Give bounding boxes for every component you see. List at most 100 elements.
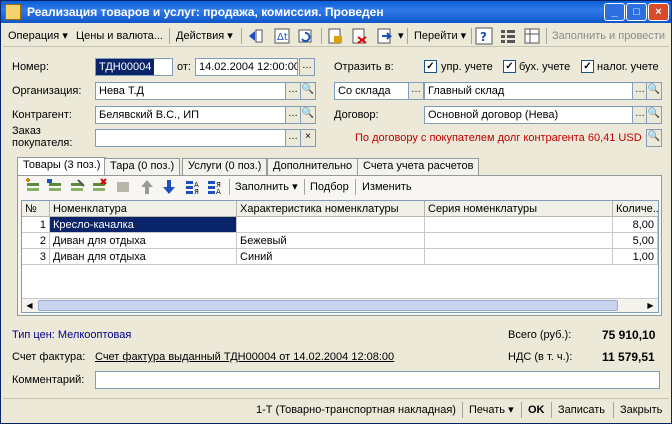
ok-button[interactable]: OK bbox=[525, 401, 548, 419]
add-row-icon[interactable] bbox=[24, 178, 44, 196]
series-cell[interactable] bbox=[425, 249, 613, 265]
quantity-cell[interactable]: 5,00 bbox=[613, 233, 658, 249]
columns-icon[interactable] bbox=[523, 27, 543, 45]
tab-additional[interactable]: Дополнительно bbox=[267, 158, 359, 175]
characteristic-cell[interactable]: Бежевый bbox=[237, 233, 425, 249]
quantity-cell[interactable]: 8,00 bbox=[613, 217, 658, 233]
contract-field[interactable]: Основной договор (Нева) bbox=[424, 106, 633, 124]
warehouse-open-icon[interactable]: 🔍 bbox=[646, 82, 662, 100]
warehouse-field[interactable]: Главный склад bbox=[424, 82, 633, 100]
tab-goods[interactable]: Товары (3 поз.) bbox=[17, 157, 107, 176]
operation-menu[interactable]: Операция ▾ bbox=[5, 27, 71, 45]
back-icon[interactable] bbox=[247, 27, 267, 45]
calendar-button[interactable]: … bbox=[299, 58, 315, 76]
order-select-button[interactable]: … bbox=[285, 129, 301, 147]
close-button[interactable]: × bbox=[648, 3, 669, 21]
characteristic-cell[interactable]: Синий bbox=[237, 249, 425, 265]
organization-select-button[interactable]: … bbox=[285, 82, 301, 100]
customer-order-field[interactable] bbox=[95, 129, 286, 147]
scroll-right-icon[interactable]: ▶ bbox=[644, 299, 657, 312]
select-button[interactable]: Подбор bbox=[307, 178, 352, 196]
edit-row-icon[interactable] bbox=[68, 178, 88, 196]
sort-descending-icon[interactable]: ЯА bbox=[206, 178, 226, 196]
prices-currency-button[interactable]: Цены и валюта... bbox=[73, 27, 166, 45]
goto-menu[interactable]: Перейти ▾ bbox=[411, 27, 469, 45]
quantity-cell[interactable]: 1,00 bbox=[613, 249, 658, 265]
title-bar[interactable]: Реализация товаров и услуг: продажа, ком… bbox=[1, 1, 671, 23]
goods-table[interactable]: № Номенклатура Характеристика номенклату… bbox=[21, 200, 659, 313]
series-cell[interactable] bbox=[425, 233, 613, 249]
tax-accounting-checkbox[interactable]: ✓ bbox=[581, 60, 594, 73]
fill-and-post-button[interactable]: Заполнить и провести bbox=[549, 27, 668, 45]
column-header-number[interactable]: № bbox=[22, 201, 50, 217]
comment-field[interactable] bbox=[95, 371, 660, 389]
print-menu[interactable]: Печать ▾ bbox=[466, 401, 517, 419]
table-row[interactable]: 2 Диван для отдыха Бежевый 5,00 bbox=[22, 233, 658, 249]
accounting-checkbox[interactable]: ✓ bbox=[503, 60, 516, 73]
total-label: Всего (руб.): bbox=[508, 329, 572, 341]
column-header-characteristic[interactable]: Характеристика номенклатуры bbox=[237, 201, 425, 217]
horizontal-scrollbar[interactable]: ◀ ▶ bbox=[22, 298, 658, 312]
warehouse-type-select-button[interactable]: … bbox=[408, 82, 424, 100]
item-cell[interactable]: Диван для отдыха bbox=[50, 249, 237, 265]
organization-label: Организация: bbox=[12, 85, 82, 97]
move-up-icon[interactable] bbox=[138, 178, 158, 196]
column-header-series[interactable]: Серия номенклатуры bbox=[425, 201, 613, 217]
change-button[interactable]: Изменить bbox=[359, 178, 415, 196]
column-header-quantity[interactable]: Количе... bbox=[613, 201, 658, 217]
toolbar-separator bbox=[229, 179, 230, 195]
scroll-left-icon[interactable]: ◀ bbox=[23, 299, 36, 312]
table-row[interactable]: 1 Кресло-качалка 8,00 bbox=[22, 217, 658, 233]
save-button[interactable]: Записать bbox=[555, 401, 608, 419]
item-cell[interactable]: Диван для отдыха bbox=[50, 233, 237, 249]
chevron-down-icon[interactable]: ▾ bbox=[395, 27, 407, 45]
fill-menu[interactable]: Заполнить ▾ bbox=[232, 178, 301, 196]
toolbar-separator bbox=[355, 179, 356, 195]
tab-settlement-accounts[interactable]: Счета учета расчетов bbox=[357, 158, 480, 175]
maximize-button[interactable]: □ bbox=[626, 3, 647, 21]
table-row[interactable]: 3 Диван для отдыха Синий 1,00 bbox=[22, 249, 658, 265]
svg-text:?: ? bbox=[480, 30, 487, 44]
warehouse-type-field[interactable]: Со склада bbox=[334, 82, 409, 100]
delete-row-icon[interactable] bbox=[90, 178, 110, 196]
contractor-select-button[interactable]: … bbox=[285, 106, 301, 124]
characteristic-cell[interactable] bbox=[237, 217, 425, 233]
structure-icon[interactable] bbox=[376, 27, 396, 45]
help-icon[interactable]: ? bbox=[475, 27, 495, 45]
organization-open-icon[interactable]: 🔍 bbox=[300, 82, 316, 100]
scrollbar-thumb[interactable] bbox=[38, 300, 618, 311]
number-field[interactable]: ТДН00004 bbox=[95, 58, 173, 76]
column-header-item[interactable]: Номенклатура bbox=[50, 201, 237, 217]
formula-icon[interactable]: Δt bbox=[273, 27, 293, 45]
actions-menu[interactable]: Действия ▾ bbox=[173, 27, 236, 45]
unpost-document-icon[interactable] bbox=[350, 27, 370, 45]
series-cell[interactable] bbox=[425, 217, 613, 233]
date-field[interactable]: 14.02.2004 12:00:00 bbox=[195, 58, 298, 76]
contract-open-icon[interactable]: 🔍 bbox=[646, 106, 662, 124]
copy-row-icon[interactable] bbox=[46, 178, 66, 196]
sort-ascending-icon[interactable]: АЯ bbox=[184, 178, 204, 196]
organization-field[interactable]: Нева Т.Д bbox=[95, 82, 286, 100]
price-type-link[interactable]: Тип цен: Мелкооптовая bbox=[12, 329, 131, 341]
end-edit-icon[interactable] bbox=[114, 178, 134, 196]
tab-containers[interactable]: Тара (0 поз.) bbox=[104, 158, 181, 175]
order-clear-icon[interactable]: × bbox=[300, 129, 316, 147]
vat-label: НДС (в т. ч.): bbox=[508, 351, 573, 363]
debt-open-icon[interactable]: 🔍 bbox=[646, 129, 662, 147]
toolbar-separator bbox=[521, 402, 522, 418]
contractor-field[interactable]: Белявский В.С., ИП bbox=[95, 106, 286, 124]
contractor-open-icon[interactable]: 🔍 bbox=[300, 106, 316, 124]
refresh-icon[interactable] bbox=[297, 27, 317, 45]
close-form-button[interactable]: Закрыть bbox=[617, 401, 665, 419]
minimize-button[interactable]: _ bbox=[604, 3, 625, 21]
vat-value: 11 579,51 bbox=[602, 350, 655, 364]
invoice-link[interactable]: Счет фактура выданный ТДН00004 от 14.02.… bbox=[95, 351, 394, 363]
item-cell[interactable]: Кресло-качалка bbox=[50, 217, 237, 233]
list-settings-icon[interactable] bbox=[499, 27, 519, 45]
tab-services[interactable]: Услуги (0 поз.) bbox=[182, 158, 268, 175]
ttn-print-button[interactable]: 1-Т (Товарно-транспортная накладная) bbox=[253, 401, 459, 419]
move-down-icon[interactable] bbox=[160, 178, 180, 196]
mgmt-accounting-checkbox[interactable]: ✓ bbox=[424, 60, 437, 73]
toolbar-separator bbox=[241, 28, 242, 44]
post-document-icon[interactable] bbox=[326, 27, 346, 45]
